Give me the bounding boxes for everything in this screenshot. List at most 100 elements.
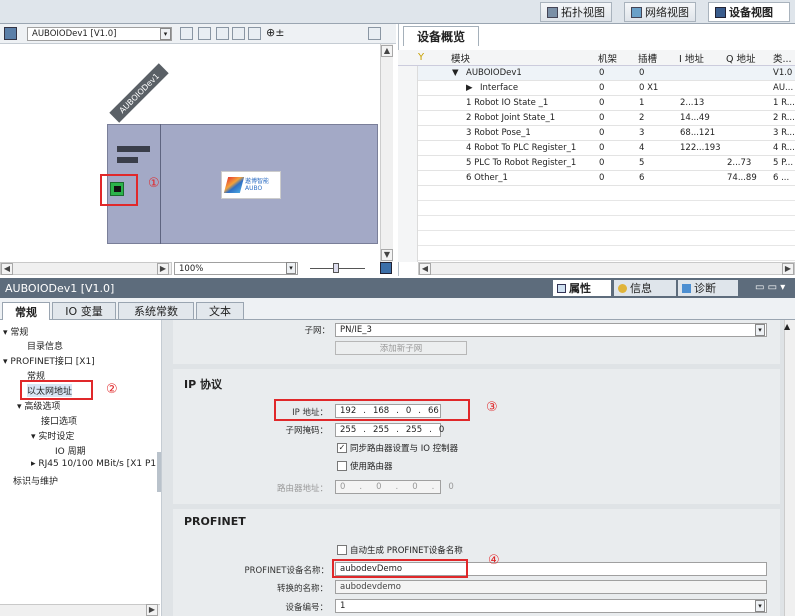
router-address-field[interactable]: 0. 0. 0. 0 — [335, 480, 454, 494]
device-head-divider — [160, 124, 161, 244]
overview-hscroll-right[interactable]: ▶ — [782, 263, 794, 275]
overview-hscroll-left[interactable]: ◀ — [419, 263, 431, 275]
nav-tree-hscroll[interactable] — [0, 604, 160, 616]
tab-properties[interactable]: 属性 — [553, 280, 611, 296]
overview-title-tab[interactable]: 设备概览 — [403, 26, 479, 46]
table-row[interactable]: 6 Other_1 0 6 74...89 6 ... — [418, 171, 795, 186]
annotation-3: ③ — [486, 400, 498, 415]
device-select-dropdown-icon[interactable]: ▾ — [160, 28, 171, 40]
expand-arrow-icon[interactable]: ▶ — [466, 83, 473, 93]
table-row[interactable]: 1 Robot IO State _1 0 1 2...13 1 R... — [418, 96, 795, 111]
tab-diagnostics[interactable]: 诊断 — [678, 280, 738, 296]
overview-nav-icon[interactable] — [380, 262, 392, 274]
form-vscroll[interactable] — [784, 320, 795, 616]
device-select[interactable]: AUBOIODev1 [V1.0] — [27, 27, 172, 41]
tree-item-advanced[interactable]: ▾ 高级选项 — [17, 399, 60, 412]
tab-network-label: 网络视图 — [645, 6, 689, 19]
zoom-select[interactable]: 100% — [174, 262, 298, 275]
table-row[interactable]: ▶ Interface 0 0 X1 AU... — [418, 81, 795, 96]
tree-item-if-options[interactable]: 接口选项 — [41, 414, 77, 427]
device-tree-icon[interactable] — [4, 27, 17, 40]
auto-name-checkbox[interactable] — [337, 545, 347, 555]
hscroll-left-button[interactable]: ◀ — [1, 263, 13, 275]
table-row[interactable]: ▼ AUBOIODev1 0 0 V1.0 — [418, 66, 795, 81]
form-vscroll-up[interactable]: ▲ — [784, 322, 790, 331]
aubo-logo: 遨博智能 AUBO — [221, 171, 281, 199]
zoom-in-icon[interactable]: ⊕± — [266, 26, 284, 39]
toolbar-btn-3[interactable] — [216, 27, 229, 40]
tab-network-view[interactable]: 网络视图 — [624, 2, 696, 22]
tree-io-cycle-label: IO 周期 — [55, 447, 86, 457]
tree-item-rj45[interactable]: ▸ RJ45 10/100 MBit/s [X1 P1] — [31, 459, 160, 469]
toolbar-btn-1[interactable] — [180, 27, 193, 40]
highlight-ethernet-address — [20, 380, 93, 400]
mask-octet-4[interactable]: 0 — [439, 425, 444, 435]
tab-info[interactable]: 信息 — [614, 280, 676, 296]
sync-router-label: 同步路由器设置与 IO 控制器 — [350, 444, 459, 454]
device-number-dropdown-icon[interactable]: ▾ — [755, 600, 765, 612]
device-select-value: AUBOIODev1 [V1.0] — [32, 29, 117, 39]
overview-title: 设备概览 — [416, 30, 465, 44]
tab-topology-view[interactable]: 拓扑视图 — [540, 2, 612, 22]
nav-hscroll-right[interactable]: ▶ — [146, 604, 158, 616]
vscroll-down-button[interactable]: ▼ — [381, 249, 393, 261]
device-number-select[interactable]: 1 — [335, 599, 767, 613]
mask-octet-1[interactable]: 255 — [340, 425, 356, 435]
tree-item-general[interactable]: ▾ 常规 — [3, 325, 28, 338]
subnet-mask-field[interactable]: 255. 255. 255. 0 — [335, 423, 444, 437]
col-header-type[interactable]: 类... — [773, 50, 792, 66]
tab-io-variables[interactable]: IO 变量 — [52, 302, 116, 319]
col-header-rack[interactable]: 机架 — [598, 50, 617, 66]
tree-item-catalog[interactable]: 目录信息 — [27, 339, 63, 352]
tab-device-view[interactable]: 设备视图 — [708, 2, 790, 22]
left-splitter-handle[interactable] — [157, 452, 161, 492]
toolbar-btn-5[interactable] — [248, 27, 261, 40]
zoom-slider-thumb[interactable] — [333, 263, 339, 273]
toolbar-btn-2[interactable] — [198, 27, 211, 40]
vscroll-up-button[interactable]: ▲ — [381, 45, 393, 57]
tree-item-profinet-interface[interactable]: ▾ PROFINET接口 [X1] — [3, 354, 95, 367]
tab-texts-label: 文本 — [209, 305, 231, 318]
filter-icon[interactable]: Y — [418, 52, 424, 63]
table-row[interactable]: 3 Robot Pose_1 0 3 68...121 3 R... — [418, 126, 795, 141]
toolbar-btn-4[interactable] — [232, 27, 245, 40]
subnet-select[interactable]: PN/IE_3 — [335, 323, 767, 337]
row-module: Interface — [480, 83, 519, 93]
zoom-dropdown-icon[interactable]: ▾ — [286, 262, 296, 274]
converted-name-value: aubodevdemo — [340, 582, 401, 592]
highlight-device-name — [332, 559, 468, 578]
row-type: 1 R... — [773, 98, 795, 108]
annotation-2: ② — [106, 382, 118, 397]
row-q: 74...89 — [727, 173, 757, 183]
device-number-value: 1 — [340, 601, 346, 611]
mask-octet-2[interactable]: 255 — [373, 425, 389, 435]
tab-general[interactable]: 常规 — [2, 302, 50, 320]
toolbar-btn-6[interactable] — [368, 27, 381, 40]
col-header-slot[interactable]: 插槽 — [638, 50, 657, 66]
tab-system-constants[interactable]: 系统常数 — [118, 302, 194, 319]
tab-texts[interactable]: 文本 — [196, 302, 244, 319]
col-header-q-address[interactable]: Q 地址 — [726, 50, 756, 66]
device-canvas-vscroll[interactable] — [380, 44, 393, 262]
properties-object-title: AUBOIODev1 [V1.0] — [5, 282, 115, 295]
sync-router-checkbox[interactable]: ✓ — [337, 443, 347, 453]
use-router-checkbox[interactable] — [337, 461, 347, 471]
table-row[interactable]: 4 Robot To PLC Register_1 0 4 122...193 … — [418, 141, 795, 156]
mask-octet-3[interactable]: 255 — [406, 425, 422, 435]
subnet-dropdown-icon[interactable]: ▾ — [755, 324, 765, 336]
tree-item-ident[interactable]: 标识与维护 — [13, 474, 58, 487]
table-row[interactable]: 5 PLC To Robot Register_1 0 5 2...73 5 P… — [418, 156, 795, 171]
add-subnet-button[interactable]: 添加新子网 — [335, 341, 467, 355]
tree-item-io-cycle[interactable]: IO 周期 — [55, 444, 86, 457]
expand-arrow-icon[interactable]: ▼ — [452, 68, 459, 78]
row-module: 4 Robot To PLC Register_1 — [466, 143, 577, 153]
overview-hscroll[interactable] — [418, 262, 795, 275]
hscroll-right-button[interactable]: ▶ — [157, 263, 169, 275]
window-controls-icon[interactable]: ▭ ▭ ▾ — [755, 282, 785, 293]
col-header-i-address[interactable]: I 地址 — [679, 50, 704, 66]
table-row[interactable]: 2 Robot Joint State_1 0 2 14...49 2 R... — [418, 111, 795, 126]
tree-item-realtime[interactable]: ▾ 实时设定 — [31, 429, 74, 442]
col-header-module[interactable]: 模块 — [451, 50, 470, 66]
device-canvas-hscroll[interactable] — [0, 262, 172, 275]
router-octet-3: 0 — [412, 482, 418, 492]
